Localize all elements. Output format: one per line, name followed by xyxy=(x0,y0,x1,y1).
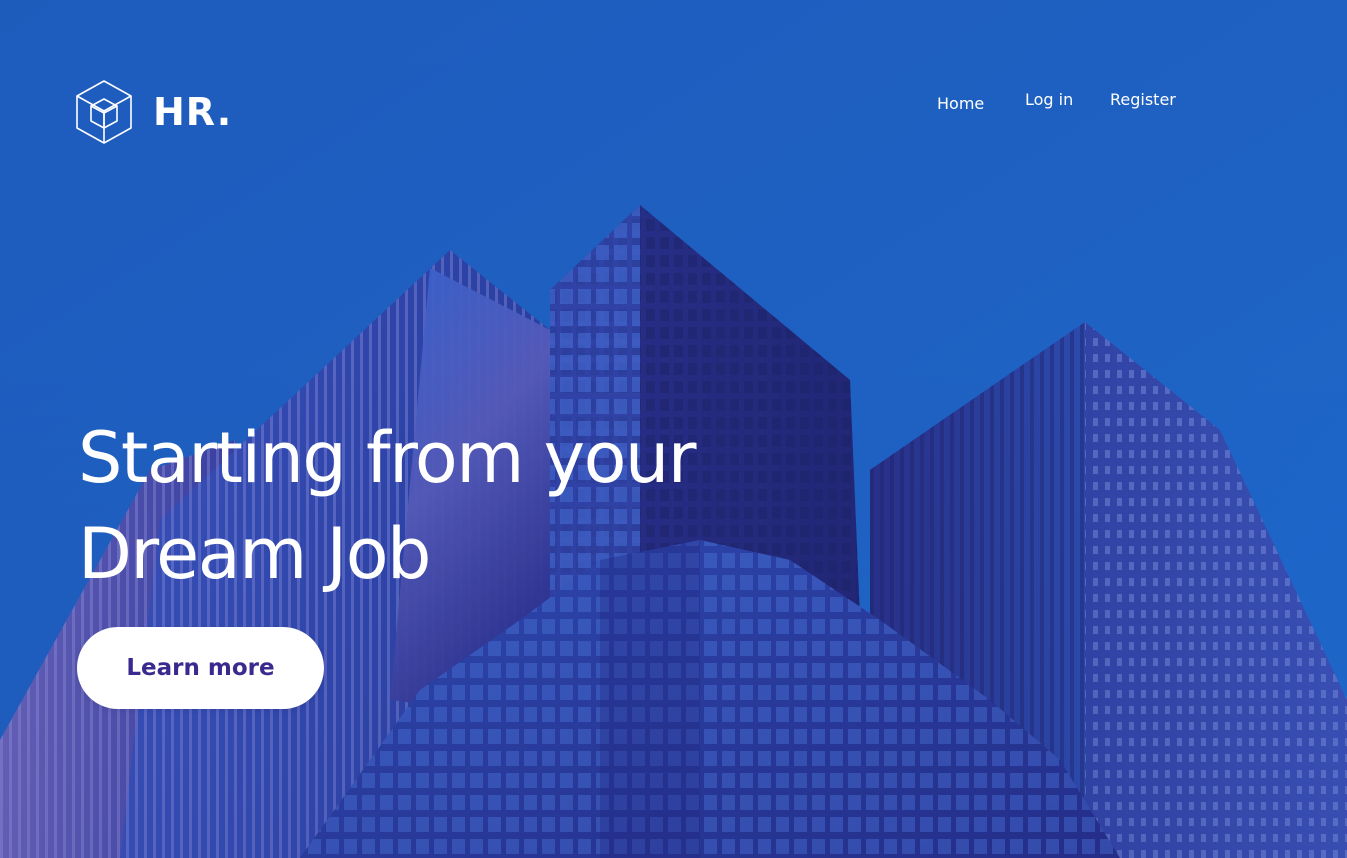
cube-icon xyxy=(76,80,132,144)
hero-headline-line-1: Starting from your xyxy=(78,417,697,499)
hero-section: HR. Home Log in Register Starting from y… xyxy=(0,0,1347,858)
nav-link-register[interactable]: Register xyxy=(1110,90,1176,109)
nav-link-home[interactable]: Home xyxy=(937,94,984,113)
nav-link-log-in[interactable]: Log in xyxy=(1025,90,1073,109)
brand-name: HR. xyxy=(153,90,233,134)
learn-more-button[interactable]: Learn more xyxy=(77,627,324,709)
hero-headline: Starting from your Dream Job xyxy=(78,410,778,602)
hero-headline-line-2: Dream Job xyxy=(78,513,431,595)
brand-logo[interactable]: HR. xyxy=(75,79,232,145)
